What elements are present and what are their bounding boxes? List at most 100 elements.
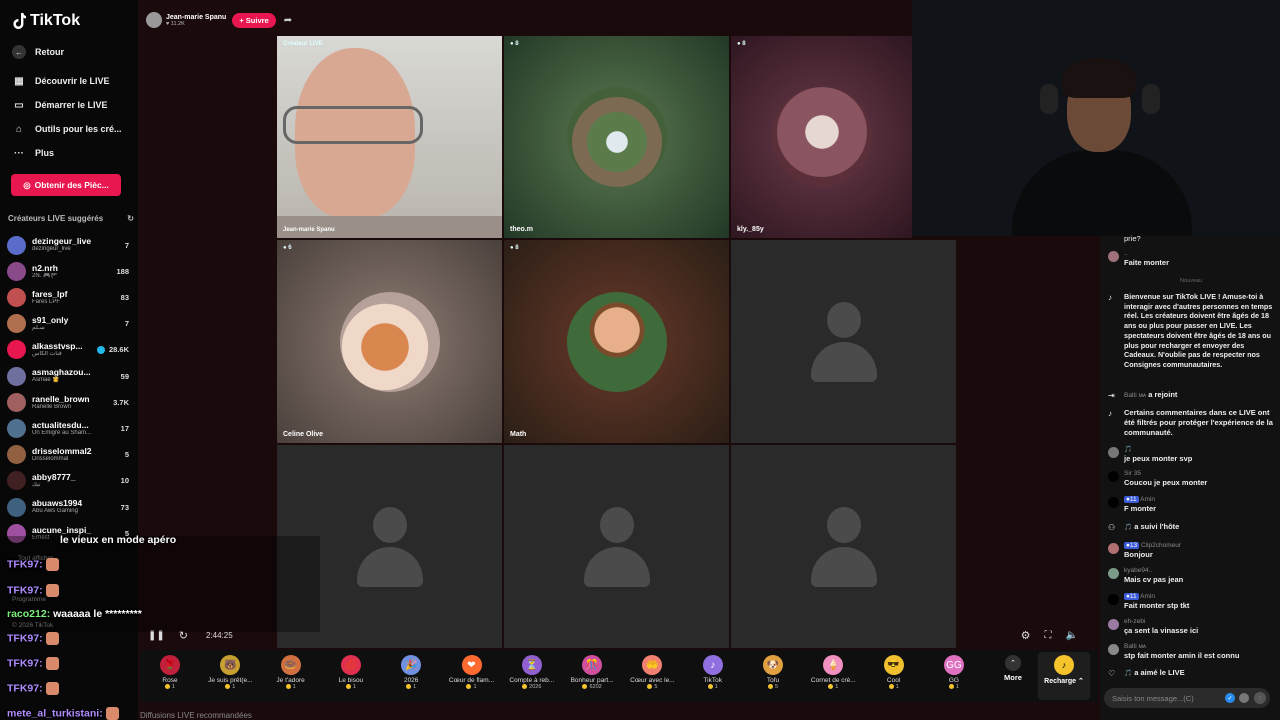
nav-tools-label: Outils pour les cré...	[35, 124, 122, 134]
gift-icon: 🎊	[582, 655, 603, 675]
recharge-button[interactable]: ♪ Recharge ⌃	[1038, 652, 1090, 700]
get-coins-label: Obtenir des Pièc...	[34, 180, 109, 190]
suggested-creator[interactable]: asmaghazou... Asmae 👸 59	[7, 363, 129, 389]
suggested-creator[interactable]: abby8777_ تيك 10	[7, 468, 129, 494]
gift-item[interactable]: ⏳ Compte à reb... 2026	[504, 652, 560, 690]
tile-badge-count: 8	[742, 41, 746, 47]
nav-back[interactable]: ← Retour	[0, 44, 138, 60]
chat-message: kyabe94.. Mais cv pas jean	[1108, 567, 1274, 585]
gift-item[interactable]: 🎊 Bonheur part... 6202	[564, 652, 620, 690]
nav-discover-live[interactable]: ▦ Découvrir le LIVE	[0, 73, 138, 89]
creator-name: ranelle_brown	[32, 394, 90, 404]
tiktok-note-icon: ♪	[1108, 293, 1112, 302]
webcam-shoulders	[1012, 150, 1192, 236]
gift-more-button[interactable]: ⌃ More	[985, 652, 1041, 682]
creator-avatar	[7, 287, 26, 307]
overlay-user: TFK97:	[7, 558, 43, 571]
volume-icon[interactable]: 🔈	[1066, 630, 1078, 641]
house-icon: ⌂	[15, 123, 23, 135]
video-tile-empty[interactable]	[731, 445, 956, 648]
gift-name: Cœur avec le...	[630, 677, 675, 684]
chat-message: ●11 Amin Fait monter stp tkt	[1108, 593, 1274, 611]
nav-start-live[interactable]: ▭ Démarrer le LIVE	[0, 97, 138, 113]
video-tile-host[interactable]: Créateur LIVE Jean-marie Spanu	[277, 36, 502, 238]
creator-name: abby8777_	[32, 473, 76, 483]
gift-icon: GG	[943, 655, 964, 675]
gift-item[interactable]: 💋 Le bisou 1	[323, 652, 379, 690]
chat-like-message: ♡ 🎵 a aimé le LIVE	[1108, 668, 1185, 678]
creator-avatar	[7, 340, 26, 360]
video-tile-guest[interactable]: ● 8 Math	[504, 240, 729, 443]
follow-person-icon: ⚇	[1108, 523, 1116, 532]
chat-text: Fait monter stp tkt	[1124, 601, 1190, 611]
suggested-creator[interactable]: ranelle_brown Ranelle Brown 3.7K	[7, 389, 129, 415]
video-tile-guest[interactable]: ● 8 kly._85y	[731, 36, 912, 238]
refresh-icon[interactable]: ↻	[127, 214, 134, 223]
host-likes-value: 11.2K	[170, 20, 185, 27]
emote-icon	[105, 707, 119, 720]
overlay-line: TFK97:	[7, 558, 59, 571]
chat-input[interactable]: Saisis ton message...(C) ✓ ↑	[1104, 688, 1270, 708]
chat-message: Balti ᴍᴀ stp fait monter amin il est conn…	[1108, 643, 1274, 661]
host-avatar[interactable]	[146, 12, 162, 28]
overlay-line: TFK97:	[7, 584, 59, 597]
suggested-header: Créateurs LIVE suggérés ↻	[8, 214, 134, 223]
follow-button[interactable]: + Suivre	[232, 12, 276, 28]
gift-item[interactable]: 🎉 2026 1	[383, 652, 439, 690]
suggested-creator[interactable]: dezingeur_live dezingeur_live 7	[7, 232, 129, 258]
nav-more[interactable]: ··· Plus	[0, 145, 138, 161]
gift-item[interactable]: 😎 Cool 1	[866, 652, 922, 690]
settings-icon[interactable]: ⚙	[1021, 629, 1031, 642]
nav-creator-tools[interactable]: ⌂ Outils pour les cré...	[0, 121, 138, 137]
creator-viewers: 83	[120, 292, 129, 302]
emoji-icon[interactable]	[1239, 693, 1249, 703]
suggested-creator[interactable]: alkasstvsp... قنات الكاس 28.6K	[7, 337, 129, 363]
host-info[interactable]: Jean-marie Spanu ♥ 11.2K	[166, 14, 226, 27]
emote-icon	[45, 584, 59, 597]
creator-name: s91_only	[32, 315, 69, 325]
video-tile-guest[interactable]: ● 8 theo.m	[504, 36, 729, 238]
creator-subtitle: Ranelle Brown	[32, 403, 72, 410]
heart-outline-icon: ♡	[1108, 669, 1116, 678]
ghost-copyright: © 2026 TikTok	[12, 622, 54, 629]
suggested-creator[interactable]: drisselommal2 Drisselommal 5	[7, 442, 129, 468]
overlay-user: TFK97:	[7, 584, 43, 597]
get-coins-button[interactable]: ◎ Obtenir des Pièc...	[11, 174, 121, 196]
suggested-creator[interactable]: n2.nrh 2N. 🎮🏴 188	[7, 258, 129, 284]
video-tile-empty[interactable]	[504, 445, 729, 648]
creator-viewers: 59	[120, 371, 129, 381]
gift-item[interactable]: 🍦 Cornet de crè... 1	[805, 652, 861, 690]
video-tile-empty[interactable]	[731, 240, 956, 443]
creator-name: alkasstvsp...	[32, 342, 83, 352]
gift-price: 6202	[564, 684, 620, 690]
new-messages-divider: Nouveau	[1179, 278, 1203, 284]
gift-item[interactable]: ♪ TikTok 1	[685, 652, 741, 690]
tile-label: Celine Olive	[283, 431, 324, 438]
gift-name: Tofu	[766, 677, 780, 684]
tile-badge: ● 8	[737, 41, 746, 47]
chat-message: Sir 35 Coucou je peux monter	[1108, 470, 1274, 488]
creator-avatar	[7, 235, 26, 255]
gift-more-label: More	[1004, 673, 1022, 682]
verified-badge-icon[interactable]: ✓	[1225, 693, 1235, 703]
share-icon[interactable]: ➦	[284, 15, 292, 26]
chat-avatar	[1108, 644, 1119, 655]
send-icon[interactable]: ↑	[1254, 692, 1266, 704]
fullscreen-icon[interactable]: ⛶	[1045, 630, 1052, 641]
gift-item[interactable]: 🤲 Cœur avec le... 5	[624, 652, 680, 690]
suggested-creator[interactable]: actualitesdu... Un Émigré au Sham... 17	[7, 415, 129, 441]
chat-text: a suivi l'hôte	[1134, 522, 1180, 531]
gift-item[interactable]: GG GG 1	[926, 652, 982, 690]
tiktok-logo[interactable]: TikTok	[12, 12, 80, 30]
creator-name: dezingeur_live	[32, 237, 92, 247]
tile-label: kly._85y	[737, 226, 764, 233]
suggested-creator[interactable]: s91_only سـلم 7	[7, 311, 129, 337]
suggested-creator[interactable]: fares_lpf Fares LPF 83	[7, 284, 129, 310]
arrow-left-icon: ←	[12, 45, 26, 59]
video-tile-guest[interactable]: ● 6 Celine Olive	[277, 240, 502, 443]
creator-viewers: 17	[120, 423, 129, 433]
gift-price: 1	[805, 684, 861, 690]
suggested-creator[interactable]: abuaws1994 Abu Aws Gaming 73	[7, 494, 129, 520]
gift-item[interactable]: ❤ Cœur de flam... 1	[444, 652, 500, 690]
gift-item[interactable]: 🐶 Tofu 5	[745, 652, 801, 690]
